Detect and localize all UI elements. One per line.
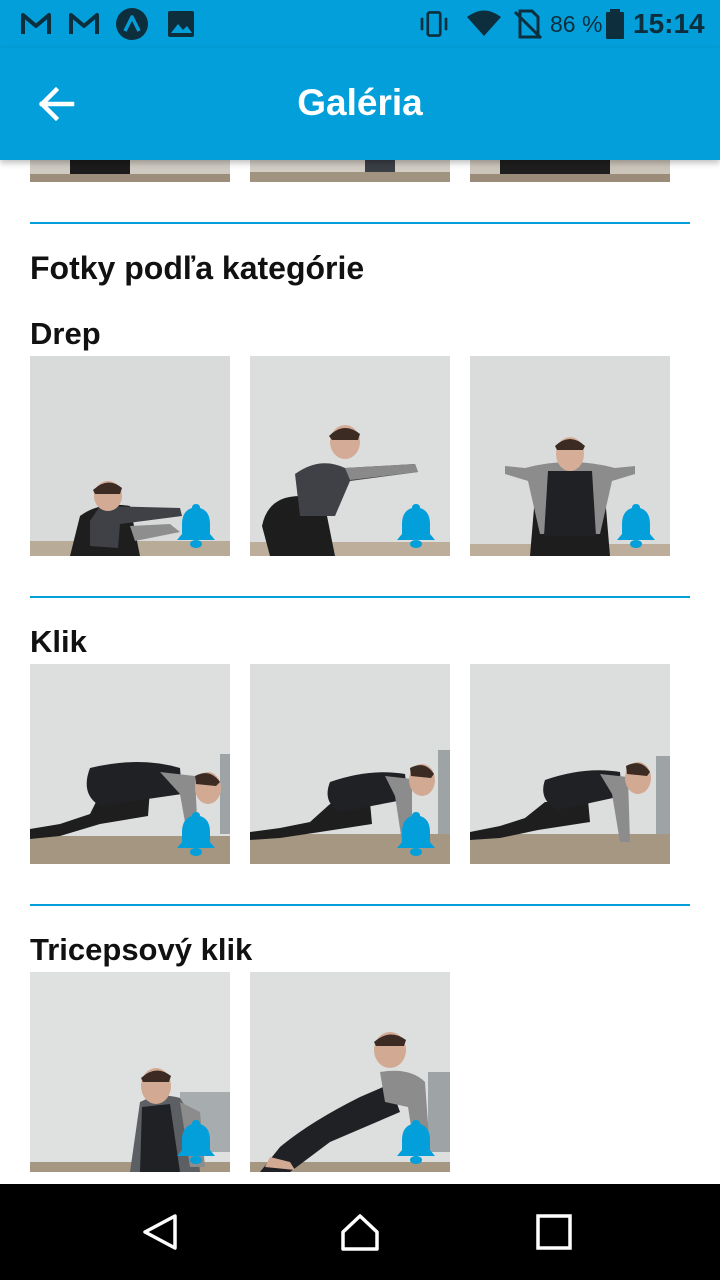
- section-divider: [30, 596, 690, 598]
- vibrate-icon: [420, 11, 448, 37]
- image-icon: [168, 11, 194, 37]
- photo-thumbnail[interactable]: [250, 356, 450, 556]
- bell-icon: [397, 504, 435, 548]
- photo-thumbnail[interactable]: [250, 972, 450, 1172]
- photo-thumbnail[interactable]: [470, 664, 670, 864]
- bell-icon: [397, 1120, 435, 1164]
- photo-thumbnail[interactable]: [470, 356, 670, 556]
- recents-square-icon[interactable]: [534, 1212, 574, 1252]
- home-icon[interactable]: [340, 1212, 380, 1252]
- bell-icon: [177, 1120, 215, 1164]
- gmail-icon: [69, 13, 99, 34]
- gmail-icon: [21, 13, 51, 34]
- photo-thumbnail[interactable]: [30, 664, 230, 864]
- bell-icon: [177, 504, 215, 548]
- category-title-klik: Klik: [30, 624, 87, 659]
- section-divider: [30, 904, 690, 906]
- clock: 15:14: [633, 8, 705, 39]
- photo-thumbnail[interactable]: [30, 972, 230, 1172]
- category-title-drep: Drep: [30, 316, 101, 351]
- battery-icon: [606, 9, 624, 39]
- arc-app-icon: [116, 8, 148, 40]
- status-bar: 86 % 15:14: [0, 0, 720, 48]
- bell-icon: [397, 812, 435, 856]
- gallery-content[interactable]: Fotky podľa kategórie Drep Klik Tricepso…: [0, 160, 720, 1184]
- bell-icon: [617, 504, 655, 548]
- app-bar: Galéria: [0, 48, 720, 160]
- photo-thumbnail-partial[interactable]: [470, 160, 670, 182]
- photo-thumbnail-partial[interactable]: [30, 160, 230, 182]
- bell-icon: [177, 812, 215, 856]
- photo-thumbnail[interactable]: [250, 664, 450, 864]
- wifi-icon: [467, 10, 501, 36]
- system-navigation-bar: [0, 1184, 720, 1280]
- page-title: Galéria: [297, 82, 423, 123]
- photo-thumbnail[interactable]: [30, 356, 230, 556]
- battery-percent: 86 %: [550, 11, 603, 37]
- section-title: Fotky podľa kategórie: [30, 250, 365, 286]
- section-divider: [30, 222, 690, 224]
- photo-thumbnail-partial[interactable]: [250, 160, 450, 182]
- no-sim-icon: [513, 9, 543, 40]
- category-title-tricepsovy-klik: Tricepsový klik: [30, 932, 253, 967]
- back-triangle-icon[interactable]: [140, 1212, 180, 1252]
